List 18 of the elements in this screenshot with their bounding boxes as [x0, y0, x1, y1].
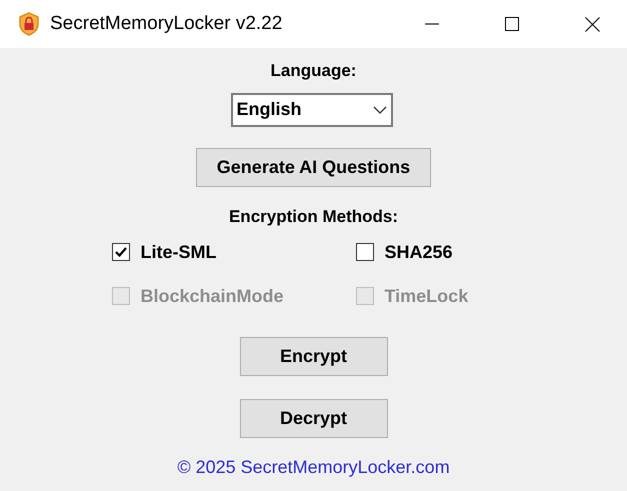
- check-icon: [114, 247, 126, 257]
- generate-questions-button[interactable]: Generate AI Questions: [196, 148, 431, 186]
- language-dropdown[interactable]: English: [230, 92, 392, 126]
- window-title: SecretMemoryLocker v2.22: [50, 12, 282, 36]
- minimize-icon: [425, 23, 439, 25]
- method-checkbox[interactable]: Lite-SML: [112, 241, 356, 263]
- action-button[interactable]: Encrypt: [240, 337, 388, 376]
- close-icon: [584, 16, 600, 32]
- action-button[interactable]: Decrypt: [240, 399, 388, 438]
- website-link[interactable]: © 2025 SecretMemoryLocker.com: [177, 454, 450, 481]
- shield-lock-icon: [18, 12, 40, 36]
- checkbox[interactable]: [356, 243, 374, 261]
- maximize-icon: [505, 17, 519, 31]
- methods-label: Encryption Methods:: [228, 206, 398, 228]
- method-checkbox[interactable]: SHA256: [356, 241, 506, 263]
- chevron-down-icon: [372, 106, 386, 114]
- checkbox[interactable]: [112, 243, 130, 261]
- language-label: Language:: [270, 60, 356, 82]
